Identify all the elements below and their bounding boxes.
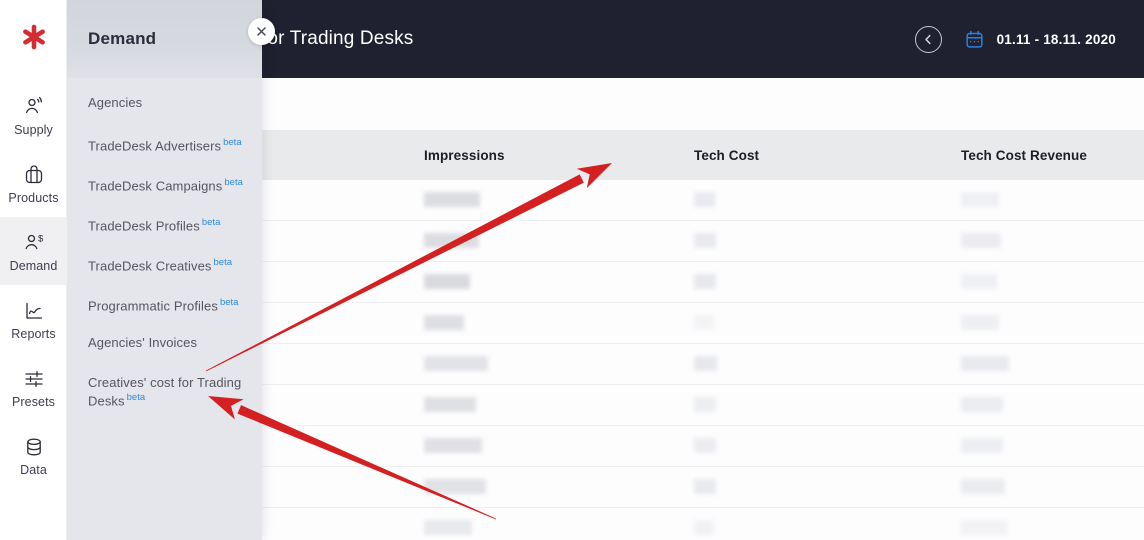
asterisk-logo[interactable] — [0, 14, 67, 60]
cell-tech-cost — [694, 274, 716, 289]
sidebar-item-presets[interactable]: Presets — [0, 353, 67, 421]
drawer-menu-item-label: Agencies' Invoices — [88, 335, 198, 350]
drawer-menu-item[interactable]: TradeDesk Advertisers beta — [88, 135, 253, 153]
drawer-menu-item-label: Agencies — [88, 95, 143, 110]
person-dollar-icon: $ — [21, 230, 47, 256]
drawer-menu-item-label: TradeDesk Advertisers — [88, 138, 222, 154]
chevron-left-circle-icon[interactable] — [914, 25, 942, 53]
cell-tech-cost — [694, 233, 716, 248]
date-range-picker[interactable]: 01.11 - 18.11. 2020 — [964, 29, 1116, 50]
sidebar-item-supply[interactable]: Supply — [0, 81, 67, 149]
drawer-title: Demand — [88, 29, 157, 48]
beta-badge: beta — [213, 257, 233, 268]
drawer-menu-item[interactable]: Agencies — [88, 95, 253, 110]
cell-impressions — [424, 520, 472, 535]
close-icon[interactable] — [248, 18, 275, 45]
column-header-tech-cost-revenue[interactable]: Tech Cost Revenue — [961, 130, 1087, 180]
drawer-menu-item-label: Programmatic Profiles — [88, 298, 218, 314]
cell-tech-cost-revenue — [961, 438, 1003, 453]
person-signal-icon — [21, 94, 47, 120]
drawer-menu-item-label: TradeDesk Profiles — [88, 218, 200, 234]
sidebar-item-label: Reports — [11, 326, 56, 341]
database-icon — [21, 434, 47, 460]
cell-tech-cost-revenue — [961, 356, 1009, 371]
column-header-tech-cost[interactable]: Tech Cost — [694, 130, 759, 180]
drawer-menu-item[interactable]: TradeDesk Creatives beta — [88, 255, 253, 273]
sidebar-item-demand[interactable]: $ Demand — [0, 217, 67, 285]
cell-tech-cost — [694, 479, 716, 494]
sidebar-item-data[interactable]: Data — [0, 421, 67, 489]
page-title: for Trading Desks — [262, 28, 414, 49]
cell-tech-cost — [694, 520, 714, 535]
cell-tech-cost — [694, 438, 716, 453]
cell-tech-cost-revenue — [961, 233, 1001, 248]
cell-tech-cost — [694, 192, 715, 207]
sidebar-item-label: Data — [20, 462, 47, 477]
cell-impressions — [424, 356, 488, 371]
cell-tech-cost — [694, 356, 717, 371]
beta-badge: beta — [201, 217, 221, 228]
cell-impressions — [424, 315, 464, 330]
cell-tech-cost — [694, 397, 716, 412]
cell-tech-cost-revenue — [961, 192, 999, 207]
date-range-label: 01.11 - 18.11. 2020 — [996, 31, 1116, 47]
line-chart-icon — [21, 298, 47, 324]
drawer-header: Demand — [67, 0, 262, 78]
beta-badge: beta — [224, 177, 243, 188]
primary-nav-rail: Supply Products $ Demand Reports Presets… — [0, 0, 67, 540]
beta-badge: beta — [219, 297, 239, 308]
sidebar-item-label: Presets — [11, 394, 56, 409]
drawer-menu-item[interactable]: Programmatic Profiles beta — [88, 295, 253, 313]
drawer-menu-item-label: Creatives' cost for Trading Desks — [88, 375, 242, 409]
app-root: Supply Products $ Demand Reports Presets… — [0, 0, 1144, 540]
drawer-menu-item[interactable]: TradeDesk Profiles beta — [88, 215, 253, 233]
sidebar-item-label: Supply — [14, 122, 53, 137]
cell-impressions — [424, 479, 486, 494]
cell-impressions — [424, 274, 470, 289]
sliders-icon — [21, 366, 47, 392]
drawer-menu-item[interactable]: Agencies' Invoices — [88, 335, 253, 350]
cell-tech-cost-revenue — [961, 397, 1003, 412]
header-actions: 01.11 - 18.11. 2020 — [914, 0, 1116, 78]
sidebar-item-label: Products — [8, 190, 59, 205]
svg-text:$: $ — [38, 233, 44, 244]
demand-drawer: Demand Agencies TradeDesk Advertisers beta… — [67, 0, 262, 540]
sidebar-item-products[interactable]: Products — [0, 149, 67, 217]
cell-tech-cost-revenue — [961, 315, 999, 330]
cell-impressions — [424, 192, 480, 207]
drawer-menu-item-label: TradeDesk Creatives — [88, 258, 212, 274]
drawer-menu-item[interactable]: TradeDesk Campaigns beta — [88, 175, 253, 193]
sidebar-item-reports[interactable]: Reports — [0, 285, 67, 353]
beta-badge: beta — [126, 392, 146, 403]
calendar-icon — [964, 29, 985, 50]
cell-tech-cost-revenue — [961, 274, 997, 289]
cell-impressions — [424, 233, 479, 248]
sidebar-item-label: Demand — [9, 258, 58, 273]
drawer-menu-item-label: TradeDesk Campaigns — [88, 178, 223, 194]
cell-tech-cost-revenue — [961, 520, 1007, 535]
beta-badge: beta — [223, 137, 242, 148]
cell-tech-cost — [694, 315, 714, 330]
cell-impressions — [424, 438, 482, 453]
drawer-menu-item[interactable]: Creatives' cost for Trading Desks beta — [88, 375, 253, 408]
cell-impressions — [424, 397, 476, 412]
briefcase-icon — [21, 162, 47, 188]
cell-tech-cost-revenue — [961, 479, 1005, 494]
column-header-impressions[interactable]: Impressions — [424, 130, 505, 180]
